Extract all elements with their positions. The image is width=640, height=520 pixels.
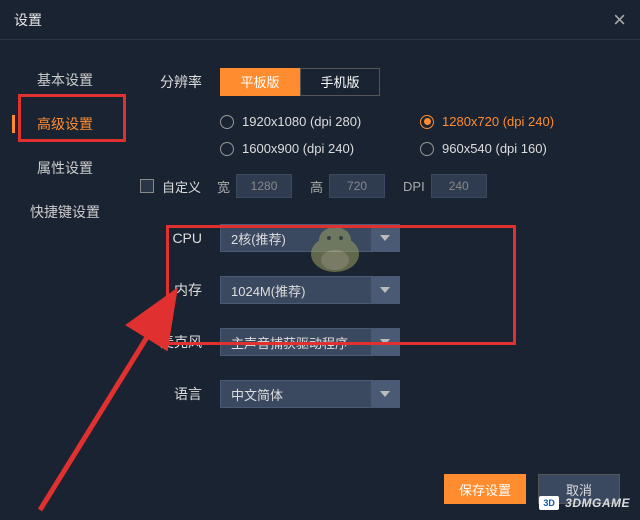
memory-label: 内存 — [140, 280, 220, 300]
radio-1920[interactable]: 1920x1080 (dpi 280) — [220, 114, 420, 129]
tab-tablet[interactable]: 平板版 — [220, 68, 300, 96]
sidebar-item-property[interactable]: 属性设置 — [0, 146, 130, 190]
radio-960[interactable]: 960x540 (dpi 160) — [420, 141, 620, 156]
width-label: 宽 — [217, 177, 230, 196]
sidebar: 基本设置 高级设置 属性设置 快捷键设置 — [0, 40, 130, 520]
radio-1280[interactable]: 1280x720 (dpi 240) — [420, 114, 620, 129]
height-input[interactable] — [329, 174, 385, 198]
tab-phone[interactable]: 手机版 — [300, 68, 380, 96]
cpu-select[interactable]: 2核(推荐) — [220, 224, 400, 252]
chevron-down-icon — [371, 225, 399, 251]
memory-select[interactable]: 1024M(推荐) — [220, 276, 400, 304]
dpi-input[interactable] — [431, 174, 487, 198]
radio-1600[interactable]: 1600x900 (dpi 240) — [220, 141, 420, 156]
cpu-label: CPU — [140, 230, 220, 246]
custom-checkbox[interactable]: 自定义 — [140, 177, 201, 196]
mic-label: 麦克风 — [140, 332, 220, 352]
chevron-down-icon — [371, 381, 399, 407]
sidebar-item-advanced[interactable]: 高级设置 — [0, 102, 130, 146]
save-button[interactable]: 保存设置 — [444, 474, 526, 504]
chevron-down-icon — [371, 277, 399, 303]
sidebar-item-shortcut[interactable]: 快捷键设置 — [0, 190, 130, 234]
height-label: 高 — [310, 177, 323, 196]
checkbox-icon — [140, 179, 154, 193]
window-title: 设置 — [14, 10, 42, 30]
chevron-down-icon — [371, 329, 399, 355]
radio-icon — [420, 142, 434, 156]
close-icon[interactable]: × — [613, 7, 626, 33]
mic-select[interactable]: 主声音捕获驱动程序 — [220, 328, 400, 356]
radio-icon — [420, 115, 434, 129]
dpi-label: DPI — [403, 179, 425, 194]
resolution-label: 分辨率 — [140, 72, 220, 92]
width-input[interactable] — [236, 174, 292, 198]
lang-select[interactable]: 中文简体 — [220, 380, 400, 408]
cancel-button[interactable]: 取消 — [538, 474, 620, 504]
radio-icon — [220, 115, 234, 129]
sidebar-item-basic[interactable]: 基本设置 — [0, 58, 130, 102]
radio-icon — [220, 142, 234, 156]
lang-label: 语言 — [140, 384, 220, 404]
